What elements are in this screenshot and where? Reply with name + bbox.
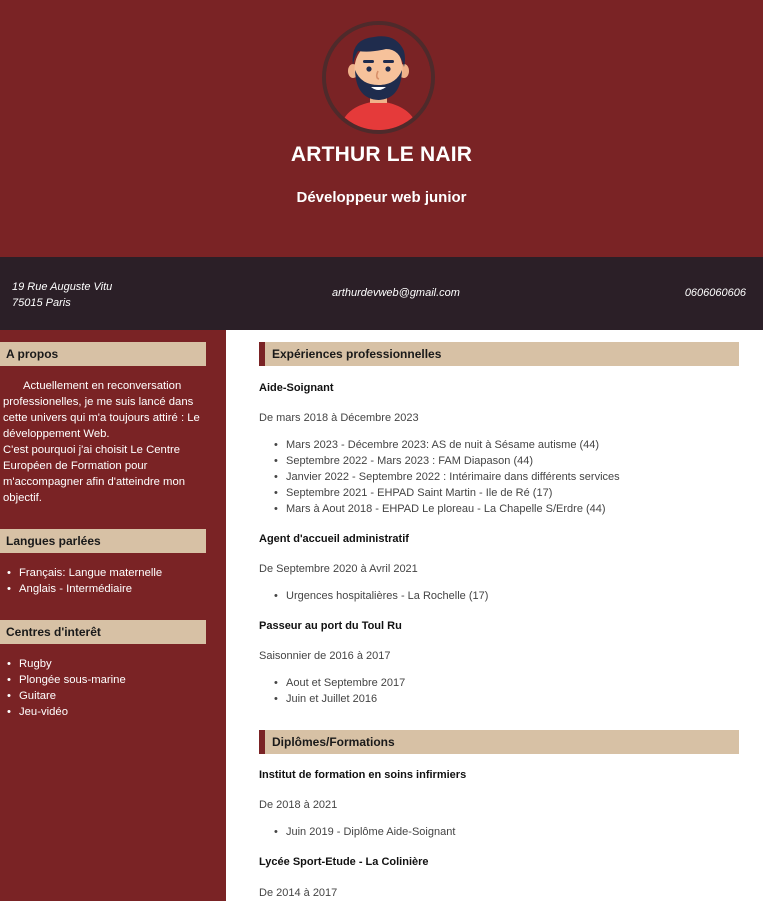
profile-name: ARTHUR LE NAIR — [290, 143, 473, 166]
list-item: Guitare — [7, 688, 126, 704]
list-item: Septembre 2021 - EHPAD Saint Martin - Il… — [274, 485, 620, 501]
job-items: Urgences hospitalières - La Rochelle (17… — [274, 588, 488, 604]
list-item: Juin et Juillet 2016 — [274, 691, 405, 707]
job-dates: De mars 2018 à Décembre 2023 — [259, 412, 419, 424]
list-item: Aout et Septembre 2017 — [274, 675, 405, 691]
avatar-illustration — [326, 25, 431, 130]
contact-phone[interactable]: 0606060606 — [685, 287, 746, 299]
list-item: Jeu-vidéo — [7, 704, 126, 720]
about-title: A propos — [0, 342, 206, 366]
job-title: Agent d'accueil administratif — [259, 533, 409, 545]
list-item: Mars 2023 - Décembre 2023: AS de nuit à … — [274, 437, 620, 453]
school-dates: De 2018 à 2021 — [259, 799, 338, 811]
school-title: Institut de formation en soins infirmier… — [259, 769, 467, 781]
job-title: Aide-Soignant — [259, 382, 334, 394]
about-text: Actuellement en reconversation professio… — [3, 378, 203, 506]
list-item: Juin 2019 - Diplôme Aide-Soignant — [274, 824, 455, 840]
avatar — [322, 21, 435, 134]
main-content: Expériences professionnelles Aide-Soigna… — [259, 330, 739, 901]
interests-list: Rugby Plongée sous-marine Guitare Jeu-vi… — [7, 656, 126, 720]
education-title: Diplômes/Formations — [259, 730, 739, 754]
job-dates: Saisonnier de 2016 à 2017 — [259, 650, 391, 662]
list-item: Mars à Aout 2018 - EHPAD Le ploreau - La… — [274, 501, 620, 517]
job-title: Passeur au port du Toul Ru — [259, 620, 402, 632]
address-line-1: 19 Rue Auguste Vitu — [12, 281, 113, 293]
list-item: Janvier 2022 - Septembre 2022 : Intérima… — [274, 469, 620, 485]
address-line-2: 75015 Paris — [12, 297, 71, 309]
profile-header: ARTHUR LE NAIR Développeur web junior — [0, 0, 763, 257]
list-item: Rugby — [7, 656, 126, 672]
interests-title: Centres d'interêt — [0, 620, 206, 644]
list-item: Plongée sous-marine — [7, 672, 126, 688]
contact-email[interactable]: arthurdevweb@gmail.com — [332, 287, 460, 299]
contact-address: 19 Rue Auguste Vitu 75015 Paris — [12, 279, 112, 311]
job-items: Mars 2023 - Décembre 2023: AS de nuit à … — [274, 437, 620, 517]
list-item: Anglais - Intermédiaire — [7, 581, 162, 597]
about-paragraph-2: C'est pourquoi j'ai choisit Le Centre Eu… — [3, 444, 186, 504]
experience-title: Expériences professionnelles — [259, 342, 739, 366]
school-items: Juin 2019 - Diplôme Aide-Soignant — [274, 824, 455, 840]
list-item: Français: Langue maternelle — [7, 565, 162, 581]
sidebar: A propos Actuellement en reconversation … — [0, 330, 226, 901]
about-paragraph-1: Actuellement en reconversation professio… — [3, 380, 200, 440]
school-title: Lycée Sport-Etude - La Colinière — [259, 856, 429, 868]
job-dates: De Septembre 2020 à Avril 2021 — [259, 563, 418, 575]
job-items: Aout et Septembre 2017 Juin et Juillet 2… — [274, 675, 405, 707]
profile-job-title: Développeur web junior — [296, 189, 467, 206]
contact-bar: 19 Rue Auguste Vitu 75015 Paris arthurde… — [0, 257, 763, 330]
languages-list: Français: Langue maternelle Anglais - In… — [7, 565, 162, 597]
list-item: Urgences hospitalières - La Rochelle (17… — [274, 588, 488, 604]
school-dates: De 2014 à 2017 — [259, 887, 338, 899]
languages-title: Langues parlées — [0, 529, 206, 553]
list-item: Septembre 2022 - Mars 2023 : FAM Diapaso… — [274, 453, 620, 469]
